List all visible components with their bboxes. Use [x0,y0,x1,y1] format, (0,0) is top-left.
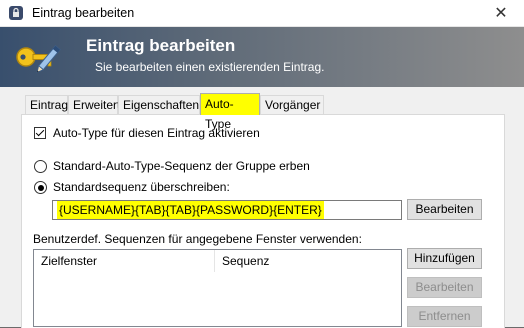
tab-eigenschaften[interactable]: Eigenschaften [118,95,200,114]
title-bar: Eintrag bearbeiten ✕ [0,0,524,27]
enable-auto-type-checkbox[interactable] [34,127,46,139]
tab-vorgaenger[interactable]: Vorgänger [260,95,324,114]
close-icon: ✕ [494,5,508,22]
window-title: Eintrag bearbeiten [32,6,135,20]
inherit-sequence-radio[interactable] [34,160,47,173]
override-sequence-radio[interactable] [34,181,47,194]
column-header-sequenz[interactable]: Sequenz [215,250,401,272]
sequence-value: {USERNAME}{TAB}{TAB}{PASSWORD}{ENTER} [57,201,324,219]
keepass-lock-icon [9,6,23,20]
inherit-sequence-label[interactable]: Standard-Auto-Type-Sequenz der Gruppe er… [53,159,310,173]
column-header-zielfenster[interactable]: Zielfenster [34,250,214,272]
window-sequence-list[interactable]: Zielfenster Sequenz [33,249,402,327]
key-pencil-icon [16,45,61,74]
override-sequence-label[interactable]: Standardsequenz überschreiben: [53,180,230,194]
custom-sequences-label: Benutzerdef. Sequenzen für angegebene Fe… [33,232,362,246]
edit-sequence-button[interactable]: Bearbeiten [407,199,482,220]
add-button[interactable]: Hinzufügen [407,248,482,269]
close-button[interactable]: ✕ [478,0,524,26]
sequence-input[interactable]: {USERNAME}{TAB}{TAB}{PASSWORD}{ENTER} [52,200,402,220]
banner-subtitle: Sie bearbeiten einen existierenden Eintr… [95,60,325,74]
header-banner: Eintrag bearbeiten Sie bearbeiten einen … [0,27,524,87]
tab-eintrag[interactable]: Eintrag [25,95,68,114]
edit-entry-button[interactable]: Bearbeiten [407,277,482,298]
tab-erweitert[interactable]: Erweitert [68,95,120,114]
tab-auto-type[interactable]: Auto-Type [200,93,260,131]
remove-button[interactable]: Entfernen [407,306,482,327]
banner-heading: Eintrag bearbeiten [86,36,236,55]
